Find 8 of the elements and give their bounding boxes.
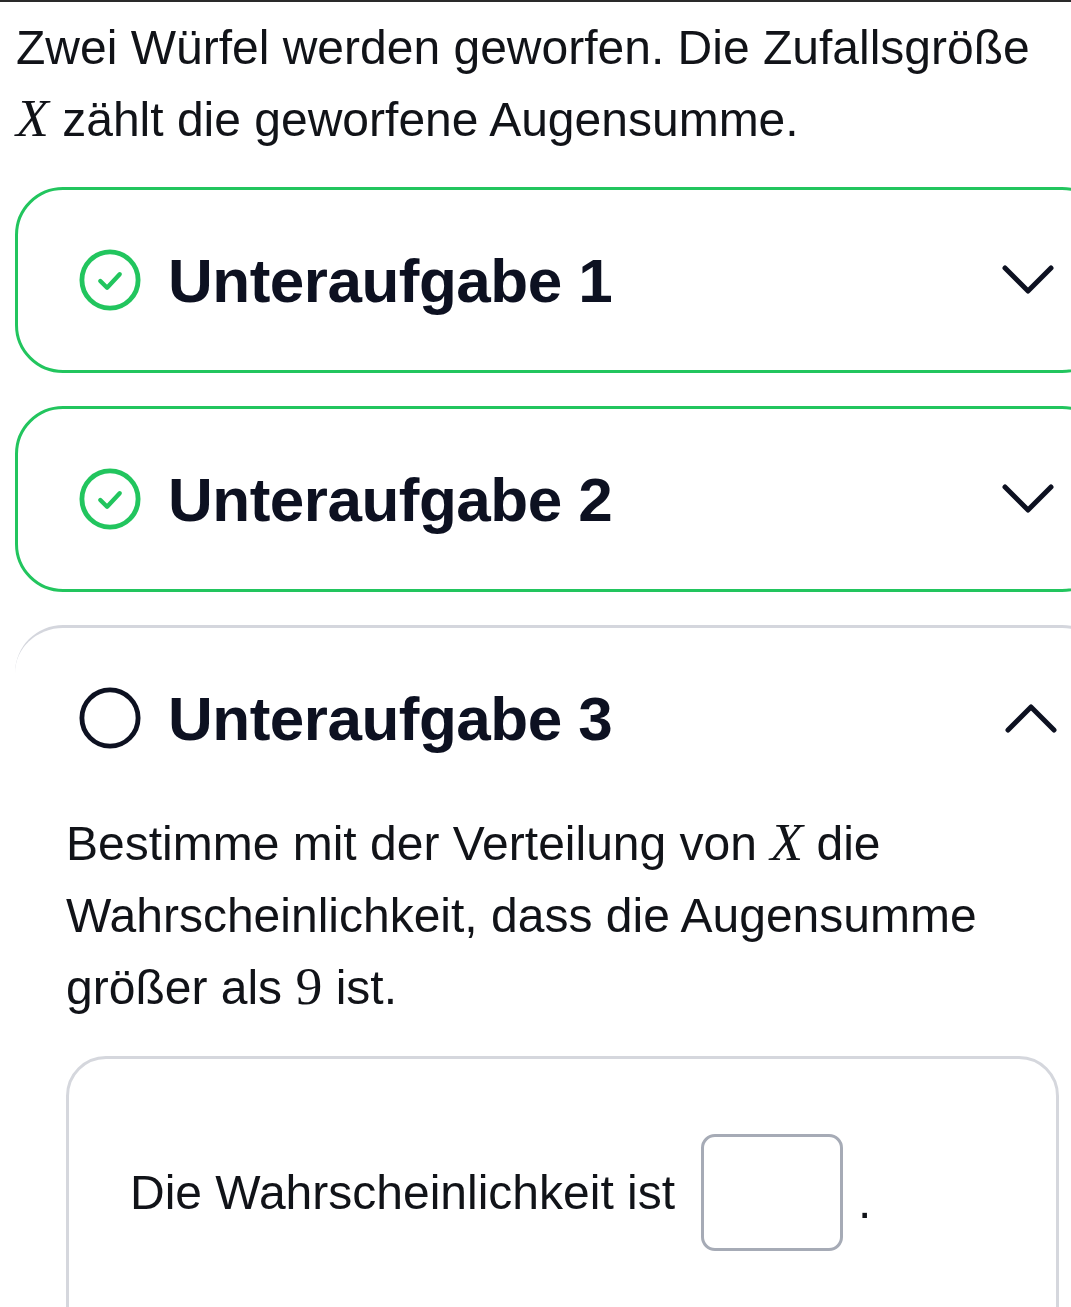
subtask-toggle[interactable]: Unteraufgabe 3 <box>15 628 1071 808</box>
subtask-toggle[interactable]: Unteraufgabe 1 <box>18 190 1071 370</box>
task-text: Bestimme mit der Verteilung von X die Wahrscheinlichkeit, dass die Augensumme größer als 9 ist. <box>66 811 978 1018</box>
answer-field[interactable] <box>701 1134 844 1251</box>
answer-prompt: Die Wahrscheinlichkeit ist <box>130 1164 676 1221</box>
intro-text: Zwei Würfel werden geworfen. Die Zufallsgröße X zählt die geworfene Augensumme. <box>16 20 1031 150</box>
subtask-toggle[interactable]: Unteraufgabe 2 <box>18 409 1071 589</box>
answer-punctuation: . <box>858 1173 872 1230</box>
